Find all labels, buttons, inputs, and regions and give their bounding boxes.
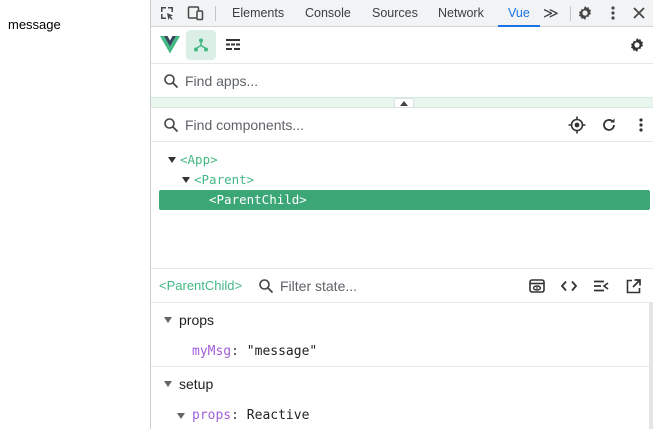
devtools-tab-bar: Elements Console Sources Network Vue ≫ xyxy=(151,0,653,27)
search-icon xyxy=(258,278,274,294)
vue-toolbar xyxy=(151,27,653,64)
section-title-setup: setup xyxy=(179,376,214,392)
tree-item-app[interactable]: <App> xyxy=(159,150,650,170)
toolbar-divider xyxy=(570,6,571,21)
props-section-header[interactable]: props xyxy=(151,303,653,336)
app-search-input[interactable] xyxy=(185,70,485,91)
vue-settings-gear-icon[interactable] xyxy=(622,30,652,60)
expand-arrow-icon[interactable] xyxy=(177,413,185,419)
tab-network[interactable]: Network xyxy=(438,0,484,27)
setup-section-header[interactable]: setup xyxy=(151,367,653,400)
toolbar-divider xyxy=(215,6,216,21)
vue-logo-icon xyxy=(155,30,185,60)
more-options-icon[interactable] xyxy=(632,116,650,134)
refresh-icon[interactable] xyxy=(600,116,618,134)
tab-sources[interactable]: Sources xyxy=(372,0,418,27)
timeline-tab-icon[interactable] xyxy=(218,30,248,60)
state-separator: : xyxy=(231,408,239,423)
tree-item-parent[interactable]: <Parent> xyxy=(159,170,650,190)
component-search-input[interactable] xyxy=(185,114,485,135)
app-list-collapse-bar[interactable] xyxy=(151,97,653,108)
app-search-row xyxy=(151,64,653,97)
state-row-mymsg: myMsg: "message" xyxy=(192,344,317,359)
state-row-props[interactable]: props: Reactive xyxy=(177,408,309,423)
expand-arrow-icon[interactable] xyxy=(182,177,190,183)
page-message-text: message xyxy=(8,17,61,32)
state-key: myMsg xyxy=(192,344,232,359)
device-toolbar-icon[interactable] xyxy=(185,3,205,23)
more-tabs-icon[interactable]: ≫ xyxy=(543,0,559,27)
open-in-editor-icon[interactable] xyxy=(624,277,642,295)
collapse-arrow-icon[interactable] xyxy=(164,317,172,323)
tree-item-label: <Parent> xyxy=(194,172,255,187)
section-title-props: props xyxy=(179,312,215,328)
state-value: Reactive xyxy=(246,408,310,423)
state-separator: : xyxy=(231,344,239,359)
inspect-element-icon[interactable] xyxy=(157,3,177,23)
settings-gear-icon[interactable] xyxy=(575,3,595,23)
show-render-code-icon[interactable] xyxy=(560,277,578,295)
component-search-row xyxy=(151,108,653,142)
components-tab-icon[interactable] xyxy=(186,30,216,60)
customize-menu-icon[interactable] xyxy=(603,3,623,23)
state-scrollbar[interactable] xyxy=(649,303,653,429)
tab-console[interactable]: Console xyxy=(305,0,351,27)
devtools-panel: Elements Console Sources Network Vue ≫ F… xyxy=(150,0,653,429)
component-tree: <App> <Parent> <ParentChild> xyxy=(151,142,653,269)
inspector-header: <ParentChild> xyxy=(151,269,653,303)
tab-vue[interactable]: Vue xyxy=(498,0,540,27)
state-value[interactable]: "message" xyxy=(247,344,317,359)
inspected-page: message xyxy=(0,0,150,429)
inspect-dom-icon[interactable] xyxy=(592,277,610,295)
select-component-target-icon[interactable] xyxy=(568,116,586,134)
state-key: props xyxy=(192,408,232,423)
close-devtools-icon[interactable] xyxy=(629,3,649,23)
component-state-panel: props myMsg: "message" setup props: Reac… xyxy=(151,303,653,429)
collapse-arrow-icon[interactable] xyxy=(164,381,172,387)
expand-arrow-icon[interactable] xyxy=(168,157,176,163)
tree-item-label: <ParentChild> xyxy=(209,192,307,207)
inspected-component-name: <ParentChild> xyxy=(159,278,243,293)
tab-elements[interactable]: Elements xyxy=(232,0,284,27)
filter-state-input[interactable] xyxy=(280,276,510,296)
chevron-up-icon[interactable] xyxy=(394,98,414,108)
search-icon xyxy=(163,117,179,133)
tree-item-parentchild[interactable]: <ParentChild> xyxy=(159,190,650,210)
search-icon xyxy=(163,73,179,89)
scroll-to-component-icon[interactable] xyxy=(528,277,546,295)
tree-item-label: <App> xyxy=(180,152,218,167)
